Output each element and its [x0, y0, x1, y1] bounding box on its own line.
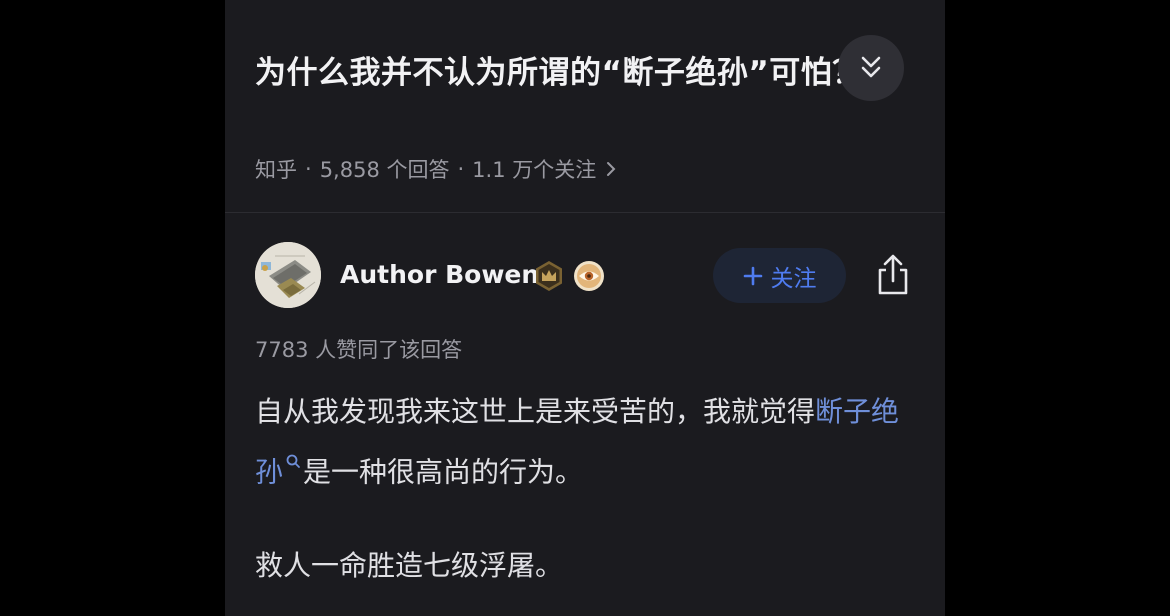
author-avatar[interactable] [255, 242, 321, 308]
crown-badge-icon[interactable] [533, 260, 565, 292]
follow-label: 关注 [770, 265, 817, 292]
search-icon[interactable] [285, 437, 301, 468]
chevron-right-icon [606, 161, 616, 177]
share-icon [878, 254, 908, 295]
follower-count: 1.1 万个关注 [472, 158, 597, 182]
plus-icon [743, 266, 763, 286]
meta-separator: · [305, 157, 312, 181]
answer-text: 自从我发现我来这世上是来受苦的，我就觉得 [255, 395, 816, 428]
question-title[interactable]: 为什么我并不认为所谓的“断子绝孙”可怕？ [255, 50, 915, 96]
answer-paragraph: 救人一命胜造七级浮屠。 [255, 549, 564, 583]
answer-count: 5,858 个回答 [319, 158, 450, 182]
share-button[interactable] [873, 253, 913, 297]
collapse-button[interactable] [838, 35, 904, 101]
eye-badge-icon[interactable] [573, 260, 605, 292]
answer-content[interactable]: 自从我发现我来这世上是来受苦的，我就觉得断子绝孙 是一种很高尚的行为。 救人一命胜… [255, 387, 915, 591]
vote-count: 7783 人赞同了该回答 [255, 338, 463, 362]
top-more-icon[interactable] [909, 0, 923, 4]
question-screen: 为什么我并不认为所谓的“断子绝孙”可怕？ 知乎 · 5,858 个回答 · 1.… [225, 0, 945, 616]
source-label: 知乎 [255, 158, 297, 182]
meta-separator: · [457, 157, 465, 181]
divider [225, 212, 945, 213]
author-name[interactable]: Author Bowen [340, 258, 539, 292]
question-meta[interactable]: 知乎 · 5,858 个回答 · 1.1 万个关注 [255, 154, 616, 184]
answer-text: 是一种很高尚的行为。 [303, 455, 584, 489]
double-chevron-down-icon [861, 56, 881, 78]
answer-paragraph: 自从我发现我来这世上是来受苦的，我就觉得断子绝孙 是一种很高尚的行为。 [255, 387, 915, 497]
follow-button[interactable]: 关注 [713, 248, 846, 303]
